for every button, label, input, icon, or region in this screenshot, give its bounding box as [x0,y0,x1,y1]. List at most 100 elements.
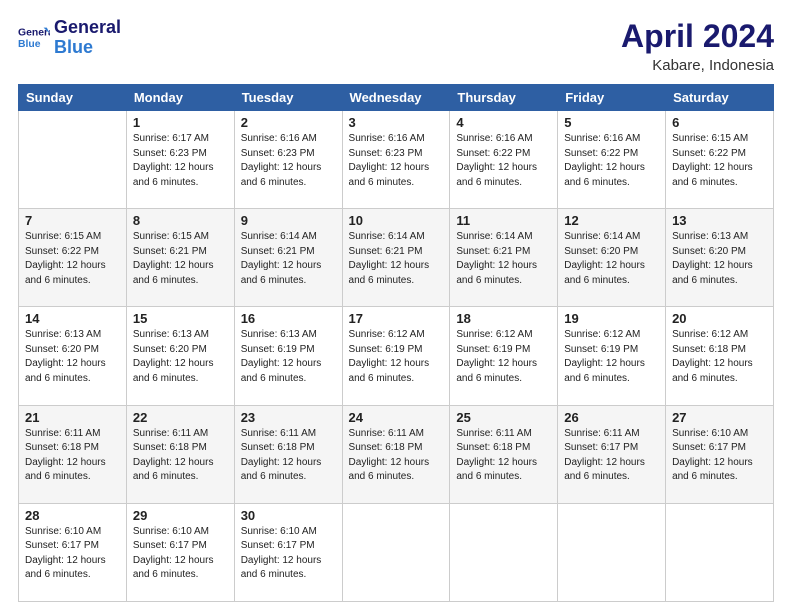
calendar-cell: 13 Sunrise: 6:13 AMSunset: 6:20 PMDayligh… [666,209,774,307]
calendar-cell: 30Sunrise: 6:10 AMSunset: 6:17 PMDayligh… [234,503,342,601]
day-info: Sunrise: 6:16 AMSunset: 6:23 PMDaylight:… [349,132,444,190]
day-info: Sunrise: 6:15 AMSunset: 6:21 PMDaylight:… [133,230,228,288]
day-info: Sunrise: 6:13 AMSunset: 6:20 PMDaylight:… [133,328,228,386]
logo-text: General Blue [54,18,121,58]
calendar-cell: 10 Sunrise: 6:14 AMSunset: 6:21 PMDayligh… [342,209,450,307]
svg-text:Blue: Blue [18,39,41,50]
calendar-cell: 21 Sunrise: 6:11 AMSunset: 6:18 PMDayligh… [19,405,127,503]
day-info: Sunrise: 6:17 AMSunset: 6:23 PMDaylight:… [133,132,228,190]
calendar-table: SundayMondayTuesdayWednesdayThursdayFrid… [18,84,774,602]
day-info: Sunrise: 6:10 AMSunset: 6:17 PMDaylight:… [672,427,767,485]
calendar-cell: 9 Sunrise: 6:14 AMSunset: 6:21 PMDaylight… [234,209,342,307]
day-info: Sunrise: 6:14 AMSunset: 6:21 PMDaylight:… [241,230,336,288]
day-info: Sunrise: 6:14 AMSunset: 6:20 PMDaylight:… [564,230,659,288]
col-header-monday: Monday [126,85,234,111]
calendar-title: April 2024 [621,18,774,55]
calendar-cell [450,503,558,601]
calendar-cell: 28 Sunrise: 6:10 AMSunset: 6:17 PMDayligh… [19,503,127,601]
calendar-cell: 15 Sunrise: 6:13 AMSunset: 6:20 PMDayligh… [126,307,234,405]
day-info: Sunrise: 6:16 AMSunset: 6:23 PMDaylight:… [241,132,336,190]
day-number: 21 [25,410,120,425]
day-number: 10 [349,213,444,228]
calendar-cell [19,111,127,209]
generalblue-logo-icon: General Blue [18,24,50,52]
calendar-cell [558,503,666,601]
col-header-wednesday: Wednesday [342,85,450,111]
day-number: 24 [349,410,444,425]
day-info: Sunrise: 6:10 AMSunset: 6:17 PMDaylight:… [241,525,336,583]
calendar-cell: 27 Sunrise: 6:10 AMSunset: 6:17 PMDayligh… [666,405,774,503]
day-number: 1 [133,115,228,130]
svg-text:General: General [18,27,50,38]
day-info: Sunrise: 6:12 AMSunset: 6:19 PMDaylight:… [564,328,659,386]
calendar-cell: 12 Sunrise: 6:14 AMSunset: 6:20 PMDayligh… [558,209,666,307]
calendar-cell: 8Sunrise: 6:15 AMSunset: 6:21 PMDaylight… [126,209,234,307]
header: General Blue General Blue April 2024 Kab… [18,18,774,74]
day-info: Sunrise: 6:10 AMSunset: 6:17 PMDaylight:… [133,525,228,583]
calendar-cell: 4Sunrise: 6:16 AMSunset: 6:22 PMDaylight… [450,111,558,209]
day-number: 28 [25,508,120,523]
calendar-cell: 3Sunrise: 6:16 AMSunset: 6:23 PMDaylight… [342,111,450,209]
day-info: Sunrise: 6:11 AMSunset: 6:18 PMDaylight:… [456,427,551,485]
day-number: 15 [133,311,228,326]
calendar-cell [666,503,774,601]
day-info: Sunrise: 6:15 AMSunset: 6:22 PMDaylight:… [25,230,120,288]
day-number: 27 [672,410,767,425]
calendar-cell: 7 Sunrise: 6:15 AMSunset: 6:22 PMDaylight… [19,209,127,307]
day-number: 6 [672,115,767,130]
calendar-week-row: 14Sunrise: 6:13 AMSunset: 6:20 PMDayligh… [19,307,774,405]
day-info: Sunrise: 6:12 AMSunset: 6:19 PMDaylight:… [349,328,444,386]
col-header-saturday: Saturday [666,85,774,111]
page: General Blue General Blue April 2024 Kab… [0,0,792,612]
calendar-week-row: 1 Sunrise: 6:17 AMSunset: 6:23 PMDaylight… [19,111,774,209]
day-info: Sunrise: 6:16 AMSunset: 6:22 PMDaylight:… [456,132,551,190]
day-info: Sunrise: 6:11 AMSunset: 6:18 PMDaylight:… [133,427,228,485]
day-number: 26 [564,410,659,425]
calendar-week-row: 7 Sunrise: 6:15 AMSunset: 6:22 PMDaylight… [19,209,774,307]
day-info: Sunrise: 6:12 AMSunset: 6:18 PMDaylight:… [672,328,767,386]
calendar-cell: 25 Sunrise: 6:11 AMSunset: 6:18 PMDayligh… [450,405,558,503]
day-info: Sunrise: 6:11 AMSunset: 6:18 PMDaylight:… [349,427,444,485]
calendar-cell: 22 Sunrise: 6:11 AMSunset: 6:18 PMDayligh… [126,405,234,503]
calendar-cell: 16Sunrise: 6:13 AMSunset: 6:19 PMDayligh… [234,307,342,405]
calendar-location: Kabare, Indonesia [621,57,774,74]
calendar-cell: 19Sunrise: 6:12 AMSunset: 6:19 PMDayligh… [558,307,666,405]
day-number: 18 [456,311,551,326]
day-number: 9 [241,213,336,228]
day-info: Sunrise: 6:16 AMSunset: 6:22 PMDaylight:… [564,132,659,190]
calendar-cell: 5Sunrise: 6:16 AMSunset: 6:22 PMDaylight… [558,111,666,209]
day-info: Sunrise: 6:10 AMSunset: 6:17 PMDaylight:… [25,525,120,583]
day-number: 17 [349,311,444,326]
day-info: Sunrise: 6:11 AMSunset: 6:17 PMDaylight:… [564,427,659,485]
title-block: April 2024 Kabare, Indonesia [621,18,774,74]
day-number: 13 [672,213,767,228]
calendar-cell: 6 Sunrise: 6:15 AMSunset: 6:22 PMDaylight… [666,111,774,209]
day-number: 2 [241,115,336,130]
day-info: Sunrise: 6:14 AMSunset: 6:21 PMDaylight:… [349,230,444,288]
day-number: 22 [133,410,228,425]
day-number: 11 [456,213,551,228]
day-info: Sunrise: 6:13 AMSunset: 6:19 PMDaylight:… [241,328,336,386]
day-number: 29 [133,508,228,523]
day-number: 20 [672,311,767,326]
day-number: 23 [241,410,336,425]
day-info: Sunrise: 6:12 AMSunset: 6:19 PMDaylight:… [456,328,551,386]
day-number: 25 [456,410,551,425]
day-number: 7 [25,213,120,228]
calendar-cell: 18 Sunrise: 6:12 AMSunset: 6:19 PMDayligh… [450,307,558,405]
day-info: Sunrise: 6:11 AMSunset: 6:18 PMDaylight:… [25,427,120,485]
calendar-week-row: 28 Sunrise: 6:10 AMSunset: 6:17 PMDayligh… [19,503,774,601]
calendar-cell: 26 Sunrise: 6:11 AMSunset: 6:17 PMDayligh… [558,405,666,503]
logo: General Blue General Blue [18,18,121,58]
day-info: Sunrise: 6:15 AMSunset: 6:22 PMDaylight:… [672,132,767,190]
day-number: 12 [564,213,659,228]
col-header-sunday: Sunday [19,85,127,111]
calendar-cell: 1 Sunrise: 6:17 AMSunset: 6:23 PMDaylight… [126,111,234,209]
calendar-cell: 23Sunrise: 6:11 AMSunset: 6:18 PMDayligh… [234,405,342,503]
calendar-cell: 24 Sunrise: 6:11 AMSunset: 6:18 PMDayligh… [342,405,450,503]
col-header-friday: Friday [558,85,666,111]
day-info: Sunrise: 6:13 AMSunset: 6:20 PMDaylight:… [672,230,767,288]
day-info: Sunrise: 6:13 AMSunset: 6:20 PMDaylight:… [25,328,120,386]
col-header-tuesday: Tuesday [234,85,342,111]
day-info: Sunrise: 6:14 AMSunset: 6:21 PMDaylight:… [456,230,551,288]
